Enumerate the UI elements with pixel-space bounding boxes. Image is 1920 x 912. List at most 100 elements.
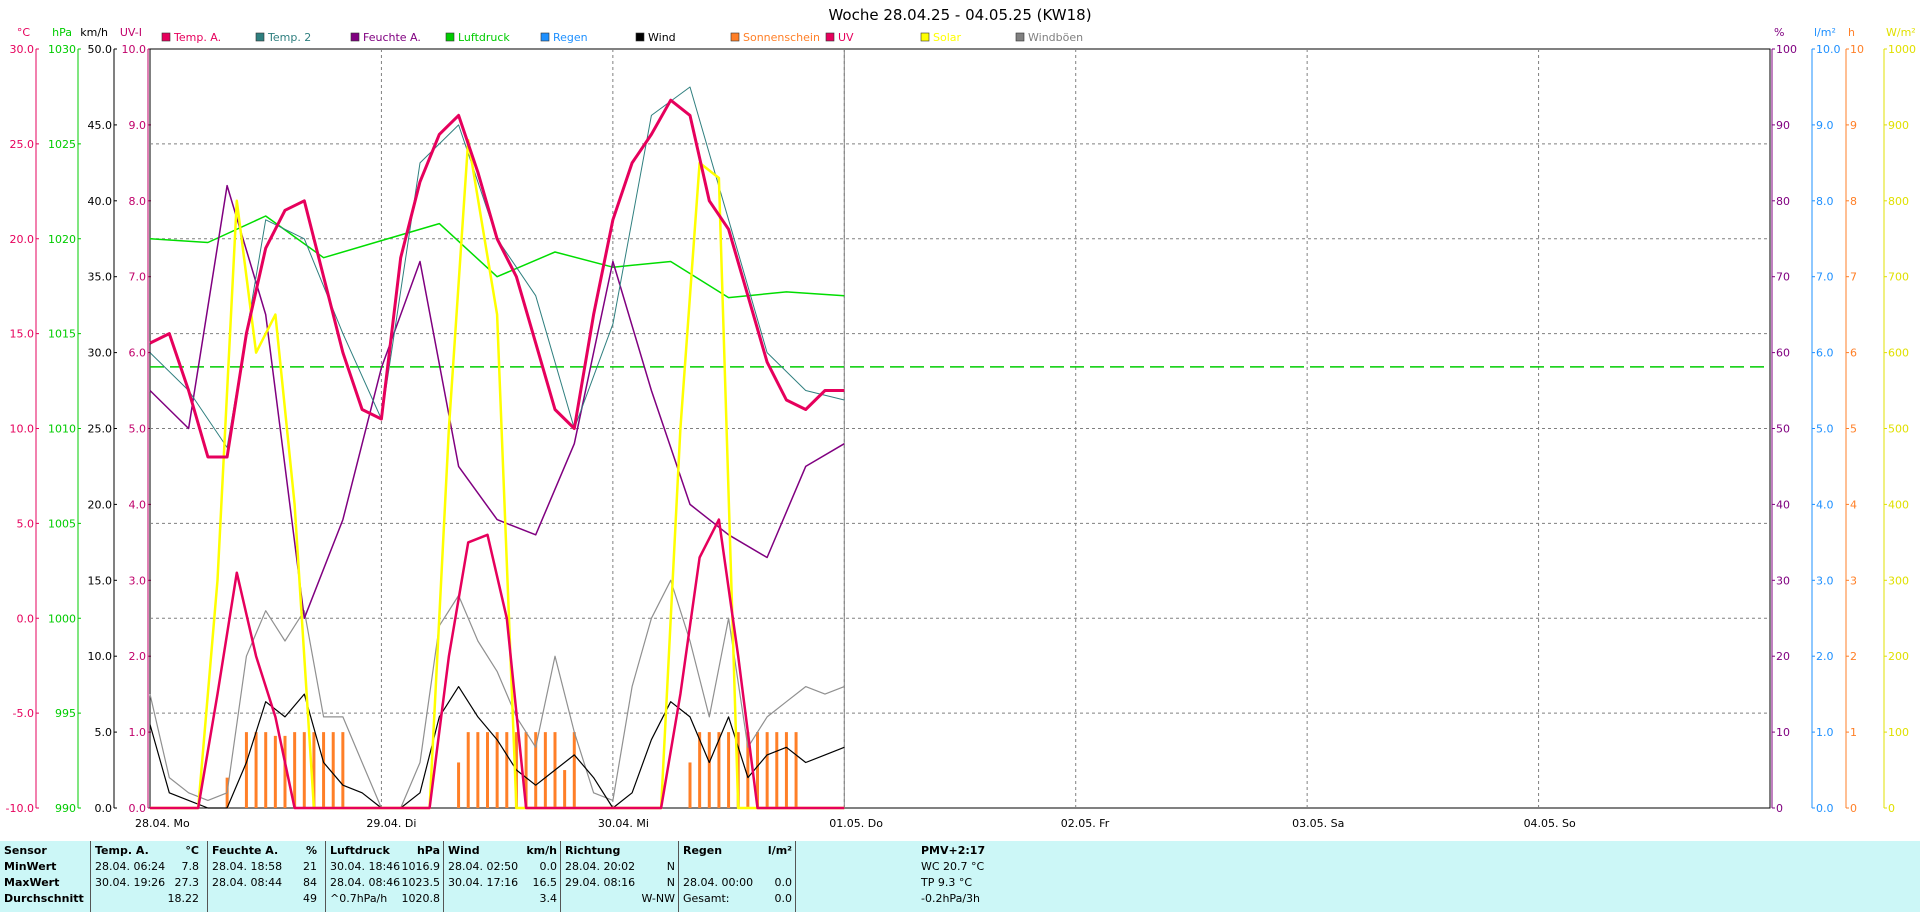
stats-temp-col: Temp. A. °C 28.04. 06:24 7.8 30.04. 19:26 2… <box>90 841 203 912</box>
stats-temp-header: Temp. A. <box>95 844 149 857</box>
sunshine-tick-label: 6 <box>1850 347 1857 360</box>
series-line-temp-a <box>149 98 845 459</box>
stats-humidity-avg: 49 <box>303 892 317 905</box>
legend-label: Sonnenschein <box>743 31 820 44</box>
wind-tick-label: 5.0 <box>95 726 113 739</box>
stats-rain-header: Regen <box>683 844 723 857</box>
pressure-tick-label: 995 <box>55 707 76 720</box>
x-axis-labels: 28.04. Mo 29.04. Di 30.04. Mi 01.05. Do 02.0… <box>135 817 1576 830</box>
uv-tick-label: 8.0 <box>129 195 147 208</box>
legend-label: UV <box>838 31 854 44</box>
humidity-unit-label: % <box>1774 26 1784 39</box>
legend-item: UV <box>825 31 854 44</box>
sunshine-tick-label: 0 <box>1850 802 1857 815</box>
stats-rain-max: 0.0 <box>774 876 793 889</box>
stats-temp-unit: °C <box>185 844 199 857</box>
rain-tick-label: 0.0 <box>1816 802 1834 815</box>
stats-humidity-unit: % <box>305 844 317 857</box>
sunshine-tick-label: 4 <box>1850 498 1857 511</box>
temp-unit-label: °C <box>17 26 31 39</box>
stats-sensor-header: Sensor <box>4 844 47 857</box>
solar-tick-label: 800 <box>1888 195 1909 208</box>
pressure-tick-label: 1030 <box>48 43 76 56</box>
stats-temp-min-time: 28.04. 06:24 <box>95 860 166 873</box>
stats-humidity-max: 84 <box>303 876 317 889</box>
legend-label: Windböen <box>1028 31 1083 44</box>
stats-pressure-unit: hPa <box>416 844 440 857</box>
stats-direction-max-time: 29.04. 08:16 <box>565 876 636 889</box>
stats-rain-total: 0.0 <box>774 892 793 905</box>
uv-tick-label: 5.0 <box>129 423 147 436</box>
rain-axis: l/m² 10.0 9.0 8.0 7.0 6.0 5.0 4.0 3.0 2.0 1.0 0.0 <box>1811 26 1841 815</box>
legend-swatch <box>445 32 455 42</box>
stats-wind-avg: 3.4 <box>539 892 558 905</box>
stats-humidity-min-time: 28.04. 18:58 <box>212 860 283 873</box>
uv-tick-label: 4.0 <box>129 498 147 511</box>
temp-tick-label: 10.0 <box>10 423 35 436</box>
temp-tick-label: 25.0 <box>10 138 35 151</box>
temp-tick-label: 5.0 <box>17 517 35 530</box>
stats-direction-header: Richtung <box>565 844 621 857</box>
legend-swatch <box>350 32 360 42</box>
pressure-tick-label: 990 <box>55 802 76 815</box>
legend-swatch <box>161 32 171 42</box>
stats-label-max: MaxWert <box>4 876 60 889</box>
stats-dewpoint: TP 9.3 °C <box>921 876 973 889</box>
solar-tick-label: 900 <box>1888 119 1909 132</box>
uv-axis: UV-I 10.0 9.0 8.0 7.0 6.0 5.0 4.0 3.0 2.0 1.0 0.0 <box>120 26 151 815</box>
temp-tick-label: 30.0 <box>10 43 35 56</box>
wind-tick-label: 20.0 <box>88 498 113 511</box>
weather-chart: Woche 28.04.25 - 04.05.25 (KW18) Temp. A… <box>6 6 1916 830</box>
wind-tick-label: 0.0 <box>95 802 113 815</box>
solar-tick-label: 100 <box>1888 726 1909 739</box>
sunshine-tick-label: 9 <box>1850 119 1857 132</box>
series-lines <box>149 86 845 810</box>
uv-tick-label: 1.0 <box>129 726 147 739</box>
wind-tick-label: 45.0 <box>88 119 113 132</box>
stats-wind-min: 0.0 <box>539 860 558 873</box>
chart-title: Woche 28.04.25 - 04.05.25 (KW18) <box>828 6 1091 24</box>
pressure-tick-label: 1020 <box>48 233 76 246</box>
humidity-tick-label: 50 <box>1776 423 1790 436</box>
rain-unit-label: l/m² <box>1814 26 1836 39</box>
stats-pressure-avg: 1020.8 <box>401 892 441 905</box>
stats-humidity-min: 21 <box>303 860 317 873</box>
x-tick-label: 28.04. Mo <box>135 817 190 830</box>
rain-tick-label: 3.0 <box>1816 574 1834 587</box>
legend-swatch <box>255 32 265 42</box>
sunshine-tick-label: 8 <box>1850 195 1857 208</box>
legend-label: Temp. 2 <box>267 31 311 44</box>
legend: Temp. A. Temp. 2 Feuchte A. Luftdruck Regen W… <box>161 31 1083 44</box>
sunshine-tick-label: 3 <box>1850 574 1857 587</box>
sunshine-unit-label: h <box>1848 26 1855 39</box>
uv-tick-label: 6.0 <box>129 347 147 360</box>
uv-tick-label: 7.0 <box>129 271 147 284</box>
stats-pressure-max: 1023.5 <box>401 876 441 889</box>
wind-tick-label: 10.0 <box>88 650 113 663</box>
sunshine-tick-label: 2 <box>1850 650 1857 663</box>
legend-label: Regen <box>553 31 588 44</box>
solar-unit-label: W/m² <box>1886 26 1916 39</box>
wind-tick-label: 25.0 <box>88 423 113 436</box>
humidity-tick-label: 70 <box>1776 271 1790 284</box>
humidity-tick-label: 60 <box>1776 347 1790 360</box>
stats-windchill: WC 20.7 °C <box>921 860 985 873</box>
series-line-feuchte-a <box>149 184 845 620</box>
temp-axis: °C 30.0 25.0 20.0 15.0 10.0 5.0 0.0 -5.0 -10.0 <box>6 26 39 815</box>
x-tick-label: 29.04. Di <box>366 817 416 830</box>
legend-item: Windböen <box>1015 31 1083 44</box>
rain-tick-label: 7.0 <box>1816 271 1834 284</box>
temp-tick-label: 20.0 <box>10 233 35 246</box>
humidity-tick-label: 0 <box>1776 802 1783 815</box>
stats-wind-max-time: 30.04. 17:16 <box>448 876 519 889</box>
rain-tick-label: 10.0 <box>1816 43 1841 56</box>
humidity-tick-label: 30 <box>1776 574 1790 587</box>
legend-label: Feuchte A. <box>363 31 421 44</box>
stats-label-avg: Durchschnitt <box>4 892 84 905</box>
stats-temp-min: 7.8 <box>181 860 200 873</box>
solar-tick-label: 1000 <box>1888 43 1916 56</box>
stats-wind-unit: km/h <box>526 844 557 857</box>
sunshine-tick-label: 10 <box>1850 43 1864 56</box>
stats-temp-avg: 18.22 <box>167 892 200 905</box>
stats-direction-max: N <box>666 876 675 889</box>
